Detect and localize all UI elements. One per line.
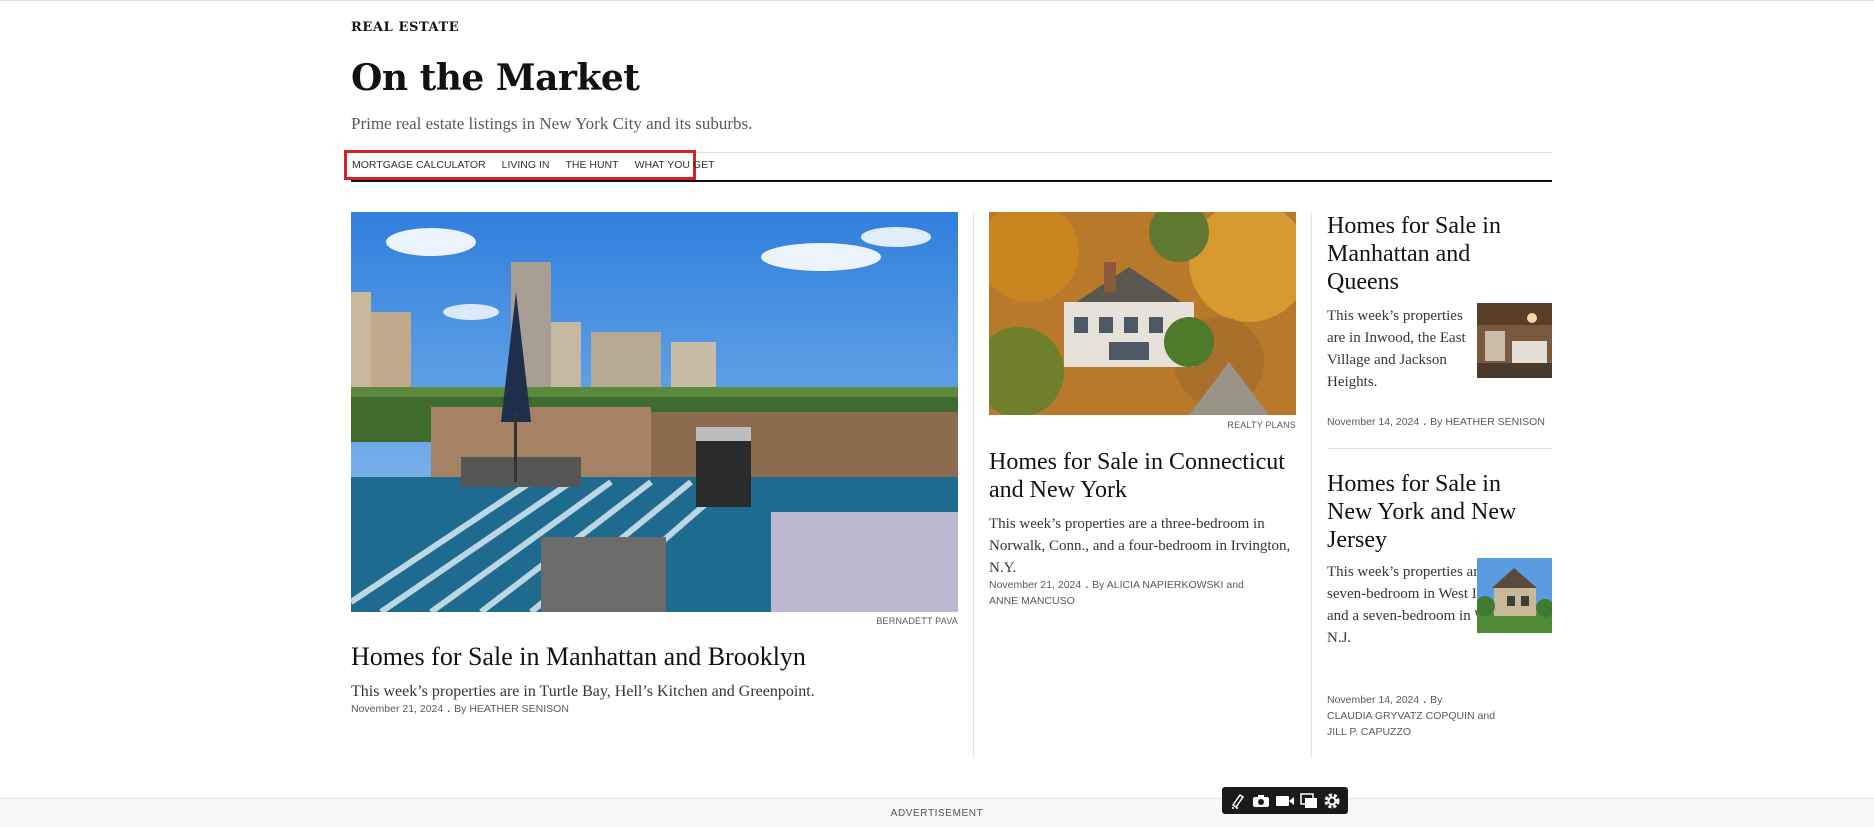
subnav-living-in[interactable]: LIVING IN <box>502 159 550 171</box>
column-divider <box>1311 212 1312 758</box>
lead-summary: This week’s properties are in Turtle Bay… <box>351 683 815 700</box>
right-bottom-headline[interactable]: Homes for Sale in New York and New Jerse… <box>1327 470 1547 554</box>
lead-photo-credit: BERNADETT PAVA <box>876 616 958 626</box>
right-bottom-by: By <box>1430 694 1443 706</box>
lead-date: November 21, 2024 <box>351 703 444 715</box>
middle-byline: November 21, 2024. By ALICIA NAPIERKOWSKI… <box>989 577 1289 609</box>
right-top-date: November 14, 2024 <box>1327 416 1420 428</box>
middle-author-line1: By ALICIA NAPIERKOWSKI and <box>1092 579 1244 591</box>
lead-author: By HEATHER SENISON <box>454 703 569 715</box>
advertisement-label: ADVERTISEMENT <box>890 808 984 819</box>
lead-headline[interactable]: Homes for Sale in Manhattan and Brooklyn <box>351 640 958 674</box>
page-subtitle: Prime real estate listings in New York C… <box>351 114 753 133</box>
gear-icon[interactable] <box>1321 790 1343 812</box>
middle-author-line2: ANNE MANCUSO <box>989 595 1075 607</box>
edit-cursor-icon[interactable] <box>1227 790 1249 812</box>
page-title: On the Market <box>351 57 640 99</box>
camera-icon[interactable] <box>1250 790 1272 812</box>
lead-story-image[interactable] <box>351 212 958 612</box>
story-divider <box>1327 448 1552 449</box>
right-bottom-author-line3: JILL P. CAPUZZO <box>1327 726 1412 738</box>
lead-byline: November 21, 2024. By HEATHER SENISON <box>351 701 569 717</box>
right-top-author: By HEATHER SENISON <box>1430 416 1545 428</box>
right-top-thumbnail[interactable] <box>1477 303 1552 378</box>
right-top-byline: November 14, 2024. By HEATHER SENISON <box>1327 414 1545 430</box>
right-top-summary: This week’s properties are in Inwood, th… <box>1327 308 1466 390</box>
column-divider <box>973 212 974 758</box>
middle-summary: This week’s properties are a three-bedro… <box>989 516 1291 576</box>
right-bottom-byline: November 14, 2024. By CLAUDIA GRYVATZ COP… <box>1327 692 1552 740</box>
top-border <box>0 0 1874 1</box>
middle-headline[interactable]: Homes for Sale in Connecticut and New Yo… <box>989 448 1289 504</box>
right-bottom-thumbnail[interactable] <box>1477 558 1552 633</box>
subnav-the-hunt[interactable]: THE HUNT <box>565 159 618 171</box>
subnav-what-you-get[interactable]: WHAT YOU GET <box>635 159 715 171</box>
video-icon[interactable] <box>1274 790 1296 812</box>
byline-dot: . <box>447 703 451 715</box>
byline-dot: . <box>1423 416 1427 428</box>
right-bottom-author-line2: CLAUDIA GRYVATZ COPQUIN and <box>1327 710 1496 722</box>
middle-photo-credit: REALTY PLANS <box>1227 420 1296 430</box>
byline-dot: . <box>1085 579 1089 591</box>
middle-date: November 21, 2024 <box>989 579 1082 591</box>
middle-story-image[interactable] <box>989 212 1296 415</box>
byline-dot: . <box>1423 694 1427 706</box>
section-kicker[interactable]: REAL ESTATE <box>351 20 459 35</box>
subnav-bottom-rule <box>351 180 1552 182</box>
capture-toolbar <box>1222 787 1348 814</box>
subnav-mortgage-calculator[interactable]: MORTGAGE CALCULATOR <box>352 159 486 171</box>
right-top-headline[interactable]: Homes for Sale in Manhattan and Queens <box>1327 212 1527 296</box>
subnav: MORTGAGE CALCULATOR LIVING IN THE HUNT W… <box>344 150 715 180</box>
copy-icon[interactable] <box>1298 790 1320 812</box>
right-bottom-date: November 14, 2024 <box>1327 694 1420 706</box>
